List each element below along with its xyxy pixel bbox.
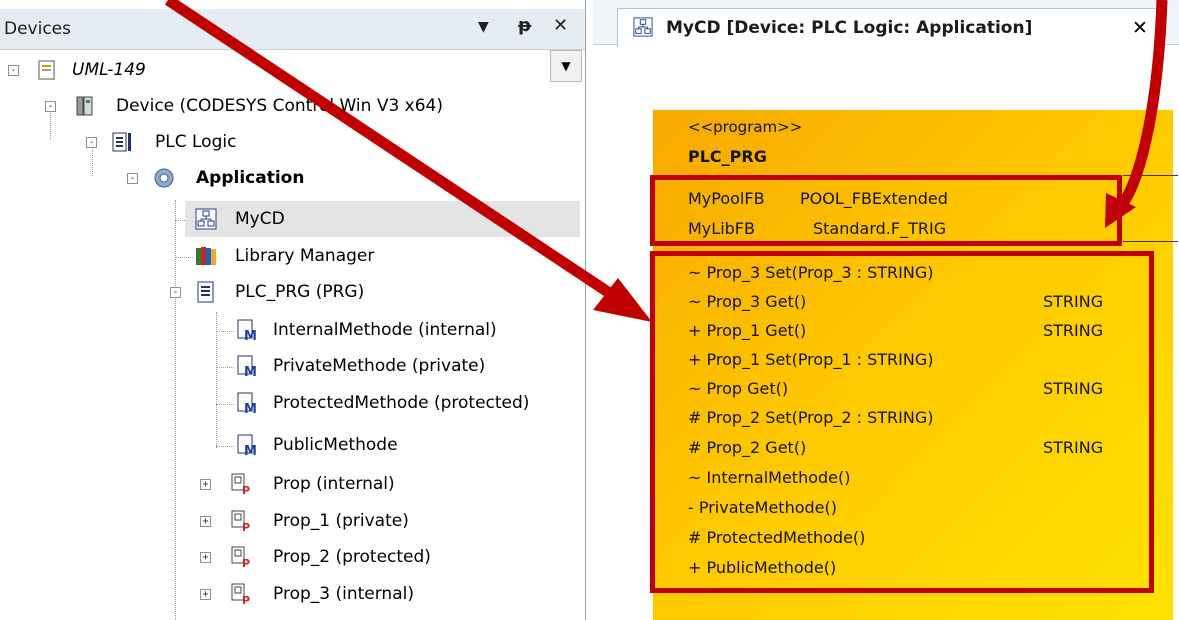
collapse-icon[interactable]: - xyxy=(86,137,97,148)
tree-item-label: PublicMethode xyxy=(273,435,398,455)
uml-class-name: PLC_PRG xyxy=(688,147,767,166)
tree-item-label: PrivateMethode (private) xyxy=(273,356,486,376)
svg-text:P: P xyxy=(242,557,250,568)
editor-tab-bar: MyCD [Device: PLC Logic: Application] ✕ xyxy=(593,0,1179,47)
uml-stereotype: <<program>> xyxy=(688,118,803,136)
tree-item-private-methode[interactable]: M PrivateMethode (private) xyxy=(0,348,580,384)
svg-text:P: P xyxy=(242,484,250,495)
expand-icon[interactable]: + xyxy=(200,479,211,490)
uml-separator-line xyxy=(1123,175,1178,176)
editor-pane: MyCD [Device: PLC Logic: Application] ✕ … xyxy=(593,0,1179,620)
property-icon: P xyxy=(231,583,250,605)
property-icon: P xyxy=(231,510,250,532)
library-books-icon xyxy=(196,247,216,265)
application-gear-icon xyxy=(154,168,174,188)
tree-item-label: Prop_1 (private) xyxy=(273,511,409,531)
expand-icon[interactable]: + xyxy=(200,589,211,600)
property-icon: P xyxy=(231,473,250,495)
svg-text:M: M xyxy=(244,365,257,377)
svg-text:P: P xyxy=(242,594,250,605)
tree-item-public-methode[interactable]: M PublicMethode xyxy=(0,427,580,463)
tree-item-label: InternalMethode (internal) xyxy=(273,320,497,340)
program-icon xyxy=(197,281,214,303)
tree-item-protected-methode[interactable]: M ProtectedMethode (protected) xyxy=(0,385,580,421)
tree-item-label: PLC_PRG (PRG) xyxy=(235,282,365,302)
devices-pane-title: Devices xyxy=(4,19,71,39)
expand-icon[interactable]: + xyxy=(200,552,211,563)
tree-item-label: Prop_2 (protected) xyxy=(273,547,431,567)
tree-dropdown-button[interactable]: ▼ xyxy=(550,50,582,82)
method-icon: M xyxy=(237,392,257,414)
tree-item-label: Prop (internal) xyxy=(273,474,395,494)
uml-class-box[interactable]: <<program>> PLC_PRG MyPoolFB POOL_FBExte… xyxy=(650,110,1178,620)
tree-item-project[interactable]: - UML-149 xyxy=(0,52,545,88)
method-icon: M xyxy=(237,319,257,341)
pin-icon[interactable]: ᵽ xyxy=(518,15,531,36)
expand-icon[interactable]: + xyxy=(200,516,211,527)
tree-item-internal-methode[interactable]: M InternalMethode (internal) xyxy=(0,312,580,348)
tree-item-label: UML-149 xyxy=(72,60,146,80)
tree-item-label: PLC Logic xyxy=(155,132,237,152)
tree-item-library-manager[interactable]: Library Manager xyxy=(185,238,580,274)
device-icon xyxy=(76,96,93,116)
collapse-icon[interactable]: - xyxy=(45,101,56,112)
tree-item-mycd[interactable]: MyCD xyxy=(185,201,580,237)
tree-item-prop-2[interactable]: + P Prop_2 (protected) xyxy=(0,539,580,575)
tree-item-label: Device (CODESYS Control Win V3 x64) xyxy=(116,96,443,116)
svg-text:P: P xyxy=(242,521,250,532)
plc-logic-icon xyxy=(112,132,131,152)
tree-item-label: MyCD xyxy=(235,209,285,229)
close-tab-button[interactable]: ✕ xyxy=(1132,17,1148,39)
devices-pane-header: Devices ▼ ᵽ ✕ xyxy=(0,9,585,50)
property-icon: P xyxy=(231,546,250,568)
tree-item-label: Library Manager xyxy=(235,246,375,266)
device-tree: ▼ - UML-149 - Device (CODESYS Control Wi… xyxy=(0,50,585,620)
tree-item-application[interactable]: - Application xyxy=(0,160,580,196)
tree-item-prop[interactable]: + P Prop (internal) xyxy=(0,466,580,502)
class-diagram-icon xyxy=(633,17,653,37)
tree-item-plc-logic[interactable]: - PLC Logic xyxy=(0,124,580,160)
tree-item-label: Application xyxy=(196,168,305,188)
close-pane-button[interactable]: ✕ xyxy=(553,15,568,36)
tab-title: MyCD [Device: PLC Logic: Application] xyxy=(666,18,1033,38)
method-icon: M xyxy=(237,355,257,377)
svg-text:M: M xyxy=(244,444,257,456)
tree-item-label: ProtectedMethode (protected) xyxy=(273,393,530,413)
tree-item-prop-3[interactable]: + P Prop_3 (internal) xyxy=(0,576,580,612)
annotation-box-variables xyxy=(650,175,1122,246)
tab-mycd[interactable]: MyCD [Device: PLC Logic: Application] ✕ xyxy=(617,8,1164,47)
pane-menu-button[interactable]: ▼ xyxy=(478,19,489,35)
tree-item-plc-prg[interactable]: - PLC_PRG (PRG) xyxy=(0,274,580,310)
uml-separator-line xyxy=(1123,241,1178,242)
collapse-icon[interactable]: - xyxy=(8,65,19,76)
method-icon: M xyxy=(237,434,257,456)
tree-item-prop-1[interactable]: + P Prop_1 (private) xyxy=(0,503,580,539)
svg-text:M: M xyxy=(244,329,257,341)
svg-text:M: M xyxy=(244,402,257,414)
tree-item-label: Prop_3 (internal) xyxy=(273,584,414,604)
annotation-box-members xyxy=(650,251,1154,593)
collapse-icon[interactable]: - xyxy=(127,173,138,184)
tree-item-device[interactable]: - Device (CODESYS Control Win V3 x64) xyxy=(0,88,580,124)
class-diagram-icon xyxy=(195,208,217,230)
collapse-icon[interactable]: - xyxy=(170,287,181,298)
devices-pane: Devices ▼ ᵽ ✕ ▼ - UML-149 - Device (CODE… xyxy=(0,0,586,620)
project-icon xyxy=(38,60,55,80)
